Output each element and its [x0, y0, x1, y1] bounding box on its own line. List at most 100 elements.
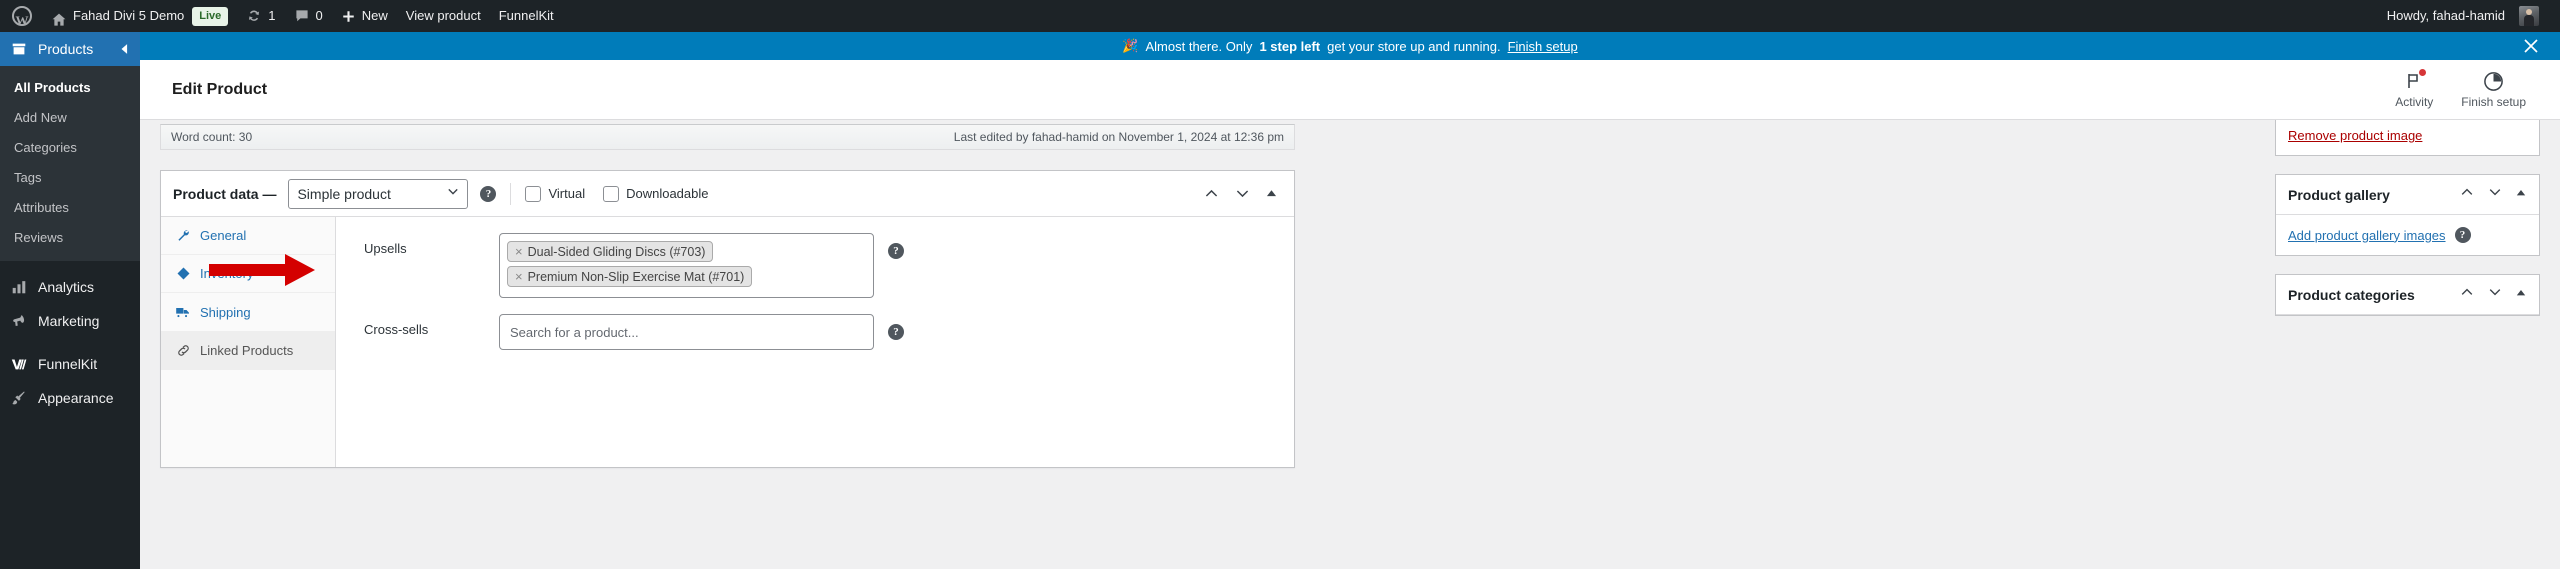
upsells-field-row: Upsells × Dual-Sided Gliding Discs (#703… — [336, 233, 1294, 314]
product-data-label: Product data — — [173, 185, 277, 202]
move-down-icon[interactable] — [2487, 284, 2503, 305]
upsells-token[interactable]: × Dual-Sided Gliding Discs (#703) — [507, 241, 714, 262]
sidebar-subitem-add-new[interactable]: Add New — [0, 103, 140, 133]
cross-sells-placeholder: Search for a product... — [510, 325, 639, 340]
analytics-icon — [9, 278, 29, 296]
downloadable-checkbox-row[interactable]: Downloadable — [603, 185, 709, 202]
editor-status-bar: Word count: 30 Last edited by fahad-hami… — [160, 124, 1295, 150]
upsells-help-icon[interactable]: ? — [888, 243, 904, 259]
tab-inventory-label: Inventory — [200, 266, 254, 281]
sidebar-item-marketing-label: Marketing — [38, 313, 100, 329]
close-icon[interactable] — [2520, 35, 2542, 57]
move-down-icon[interactable] — [1234, 185, 1251, 202]
upsells-token-label: Premium Non-Slip Exercise Mat (#701) — [527, 269, 745, 284]
sidebar-subitem-tags[interactable]: Tags — [0, 163, 140, 193]
admin-sidebar-menu: Products All Products Add New Categories… — [0, 32, 140, 569]
toggle-panel-icon[interactable] — [2515, 186, 2527, 204]
page-body: Word count: 30 Last edited by fahad-hami… — [140, 54, 2560, 569]
plus-icon — [341, 9, 356, 24]
tab-inventory[interactable]: Inventory — [161, 255, 335, 293]
virtual-checkbox-row[interactable]: Virtual — [525, 185, 586, 202]
sidebar-item-products[interactable]: Products — [0, 32, 140, 66]
funnelkit-menu[interactable]: FunnelKit — [490, 0, 563, 32]
wrench-icon — [175, 228, 191, 243]
progress-circle-icon — [2483, 70, 2504, 92]
tab-linked-products[interactable]: Linked Products — [161, 332, 335, 370]
finish-setup-label: Finish setup — [2461, 95, 2526, 109]
remove-product-image-link[interactable]: Remove product image — [2288, 128, 2422, 143]
funnelkit-label: FunnelKit — [498, 8, 554, 23]
upsells-input[interactable]: × Dual-Sided Gliding Discs (#703) × Prem… — [499, 233, 874, 298]
virtual-label: Virtual — [548, 186, 586, 201]
sidebar-item-marketing[interactable]: Marketing — [0, 304, 140, 338]
finish-setup-link[interactable]: Finish setup — [1508, 39, 1578, 54]
link-icon — [175, 343, 191, 358]
toggle-panel-icon[interactable] — [1265, 187, 1278, 200]
linked-products-fields: Upsells × Dual-Sided Gliding Discs (#703… — [336, 217, 1294, 467]
new-content-menu[interactable]: New — [332, 0, 397, 32]
move-up-icon[interactable] — [1203, 185, 1220, 202]
paintbrush-icon — [9, 389, 29, 407]
sidebar-item-analytics[interactable]: Analytics — [0, 270, 140, 304]
home-icon — [51, 8, 67, 26]
product-gallery-header: Product gallery — [2276, 175, 2539, 215]
my-account-menu[interactable]: Howdy, fahad-hamid — [2378, 0, 2548, 32]
toggle-panel-icon[interactable] — [2515, 286, 2527, 304]
truck-icon — [175, 304, 191, 320]
product-gallery-help-icon[interactable]: ? — [2454, 227, 2471, 243]
party-popper-icon: 🎉 — [1122, 38, 1139, 53]
sidebar-subitem-all-products[interactable]: All Products — [0, 73, 140, 103]
site-name-label: Fahad Divi 5 Demo — [73, 8, 185, 23]
sidebar-subitem-attributes[interactable]: Attributes — [0, 193, 140, 223]
woocommerce-header: Edit Product Activity Finish setup — [140, 60, 2560, 120]
product-data-body: General Inventory Shipping Linked Produc… — [161, 217, 1294, 467]
product-type-help-icon[interactable]: ? — [480, 185, 497, 202]
cross-sells-label: Cross-sells — [364, 322, 429, 337]
tab-linked-products-label: Linked Products — [200, 343, 294, 358]
sidebar-item-funnelkit[interactable]: FunnelKit — [0, 347, 140, 381]
sidebar-subitem-categories[interactable]: Categories — [0, 133, 140, 163]
move-down-icon[interactable] — [2487, 184, 2503, 205]
wordpress-logo-icon — [12, 5, 32, 37]
notice-text-after: get your store up and running. — [1327, 38, 1501, 54]
notice-steps-left: 1 step left — [1259, 38, 1321, 54]
comment-bubble-icon — [294, 8, 310, 24]
products-submenu: All Products Add New Categories Tags Att… — [0, 66, 140, 261]
product-data-tabs: General Inventory Shipping Linked Produc… — [161, 217, 336, 467]
add-product-gallery-images-link[interactable]: Add product gallery images — [2288, 228, 2446, 243]
products-icon — [9, 40, 29, 58]
remove-token-icon[interactable]: × — [515, 269, 523, 284]
activity-panel-button[interactable]: Activity — [2395, 69, 2434, 109]
upsells-token-label: Dual-Sided Gliding Discs (#703) — [527, 244, 706, 259]
activity-label: Activity — [2395, 95, 2434, 109]
site-name-menu[interactable]: Fahad Divi 5 Demo Live — [42, 0, 237, 32]
move-up-icon[interactable] — [2459, 284, 2475, 305]
downloadable-checkbox[interactable] — [603, 185, 620, 202]
finish-setup-button[interactable]: Finish setup — [2461, 70, 2526, 109]
wordpress-logo-menu[interactable] — [0, 0, 42, 37]
sidebar-item-appearance[interactable]: Appearance — [0, 381, 140, 415]
sidebar-item-products-label: Products — [38, 41, 94, 57]
menu-separator — [0, 261, 140, 270]
move-up-icon[interactable] — [2459, 184, 2475, 205]
tab-general[interactable]: General — [161, 217, 335, 255]
new-content-label: New — [361, 8, 388, 23]
collapse-menu-icon[interactable] — [118, 42, 132, 56]
header-divider — [510, 182, 512, 205]
comments-menu[interactable]: 0 — [285, 0, 332, 32]
upsells-token[interactable]: × Premium Non-Slip Exercise Mat (#701) — [507, 266, 753, 287]
howdy-label: Howdy, fahad-hamid — [2386, 8, 2505, 23]
virtual-checkbox[interactable] — [525, 185, 542, 202]
tab-shipping[interactable]: Shipping — [161, 293, 335, 332]
downloadable-label: Downloadable — [626, 186, 709, 201]
sidebar-subitem-reviews[interactable]: Reviews — [0, 223, 140, 253]
cross-sells-input[interactable]: Search for a product... — [499, 314, 874, 350]
view-product-link[interactable]: View product — [397, 0, 490, 32]
last-edited-info: Last edited by fahad-hamid on November 1… — [953, 130, 1284, 144]
updates-menu[interactable]: 1 — [237, 0, 284, 32]
cross-sells-help-icon[interactable]: ? — [888, 324, 904, 340]
product-type-select[interactable]: Simple product — [288, 178, 469, 209]
main-column: Word count: 30 Last edited by fahad-hami… — [160, 120, 1295, 468]
remove-token-icon[interactable]: × — [515, 244, 523, 259]
product-categories-title: Product categories — [2288, 286, 2415, 303]
